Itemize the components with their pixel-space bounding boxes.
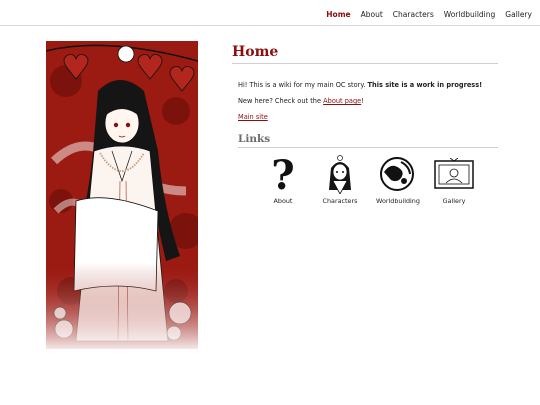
- main-content: Home Hi! This is a wiki for my main OC s…: [232, 44, 498, 205]
- illustration-art: [46, 41, 198, 349]
- link-card-about[interactable]: ? About: [262, 154, 304, 205]
- nav-item-gallery[interactable]: Gallery: [505, 10, 532, 19]
- nav-item-about[interactable]: About: [361, 10, 383, 19]
- new-here-paragraph: New here? Check out the About page!: [238, 97, 498, 106]
- wip-notice: This site is a work in progress!: [367, 81, 483, 89]
- character-portrait-icon: [319, 154, 361, 194]
- about-page-link[interactable]: About page: [323, 97, 361, 105]
- link-card-worldbuilding[interactable]: Worldbuilding: [376, 154, 420, 205]
- links-grid: ? About Characters Worldbuilding Gallery: [262, 154, 498, 205]
- page-title: Home: [232, 44, 498, 64]
- link-label-characters: Characters: [322, 197, 358, 205]
- svg-text:?: ?: [271, 154, 294, 194]
- hero-character-illustration: [46, 41, 198, 349]
- link-label-worldbuilding: Worldbuilding: [376, 197, 420, 205]
- nav-item-worldbuilding[interactable]: Worldbuilding: [444, 10, 496, 19]
- intro-text: Hi! This is a wiki for my main OC story.: [238, 81, 368, 89]
- globe-swirl-icon: [376, 154, 418, 194]
- intro-paragraph: Hi! This is a wiki for my main OC story.…: [238, 81, 498, 90]
- link-label-gallery: Gallery: [442, 197, 466, 205]
- nav-menu: Home About Characters Worldbuilding Gall…: [326, 10, 532, 19]
- link-card-gallery[interactable]: Gallery: [433, 154, 475, 205]
- nav-item-home[interactable]: Home: [326, 10, 350, 19]
- nav-item-characters[interactable]: Characters: [393, 10, 434, 19]
- question-mark-icon: ?: [262, 154, 304, 194]
- new-here-text: New here? Check out the: [238, 97, 324, 105]
- links-heading: Links: [238, 133, 498, 148]
- top-navigation: Home About Characters Worldbuilding Gall…: [0, 0, 540, 26]
- new-here-suffix: !: [361, 97, 364, 105]
- main-site-link[interactable]: Main site: [238, 113, 498, 121]
- framed-picture-icon: [433, 154, 475, 194]
- link-card-characters[interactable]: Characters: [319, 154, 361, 205]
- link-label-about: About: [273, 197, 293, 205]
